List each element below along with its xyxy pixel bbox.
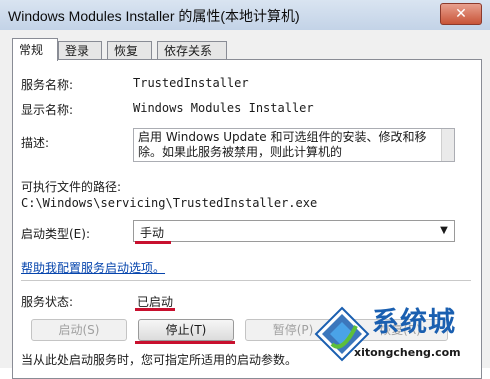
startup-type-underline [135,241,171,244]
exe-path-label: 可执行文件的路径: [21,180,122,194]
service-status-underline [135,308,175,311]
startup-type-label: 启动类型(E): [21,227,90,241]
service-name-value: TrustedInstaller [133,76,249,90]
stop-button-underline [135,341,235,344]
tab-logon[interactable]: 登录 [58,41,102,60]
close-icon: ✕ [455,6,467,22]
startup-type-value: 手动 [140,226,165,240]
stop-button[interactable]: 停止(T) [138,319,234,341]
window-title: Windows Modules Installer 的属性(本地计算机) [8,8,300,24]
startup-type-select[interactable]: 手动 ▼ [133,220,455,242]
description-textbox[interactable]: 启用 Windows Update 和可选组件的安装、修改和移除。如果此服务被禁… [133,128,455,162]
watermark-url: xitongcheng.com [354,346,461,359]
tab-recovery[interactable]: 恢复 [107,41,152,60]
display-name-value: Windows Modules Installer [133,101,314,115]
title-bar: Windows Modules Installer 的属性(本地计算机) ✕ [0,0,490,31]
help-configure-link[interactable]: 帮助我配置服务启动选项。 [21,259,165,276]
start-parameters-note: 当从此处启动服务时，您可指定所适用的启动参数。 [21,353,298,367]
tab-general[interactable]: 常规 [12,38,58,61]
tab-dependencies[interactable]: 依存关系 [157,41,227,60]
description-text: 启用 Windows Update 和可选组件的安装、修改和移除。如果此服务被禁… [138,130,427,159]
service-status-label: 服务状态: [21,295,74,309]
watermark: 系统城 xitongcheng.com [314,300,490,368]
section-divider [21,280,471,281]
service-name-label: 服务名称: [21,78,74,92]
description-label: 描述: [21,136,50,150]
display-name-label: 显示名称: [21,103,74,117]
start-button[interactable]: 启动(S) [31,319,127,341]
watermark-title: 系统城 [372,307,456,338]
exe-path-value: C:\Windows\servicing\TrustedInstaller.ex… [21,196,318,210]
close-button[interactable]: ✕ [440,3,482,25]
chevron-down-icon: ▼ [440,225,448,236]
description-scrollbar[interactable] [441,129,454,161]
